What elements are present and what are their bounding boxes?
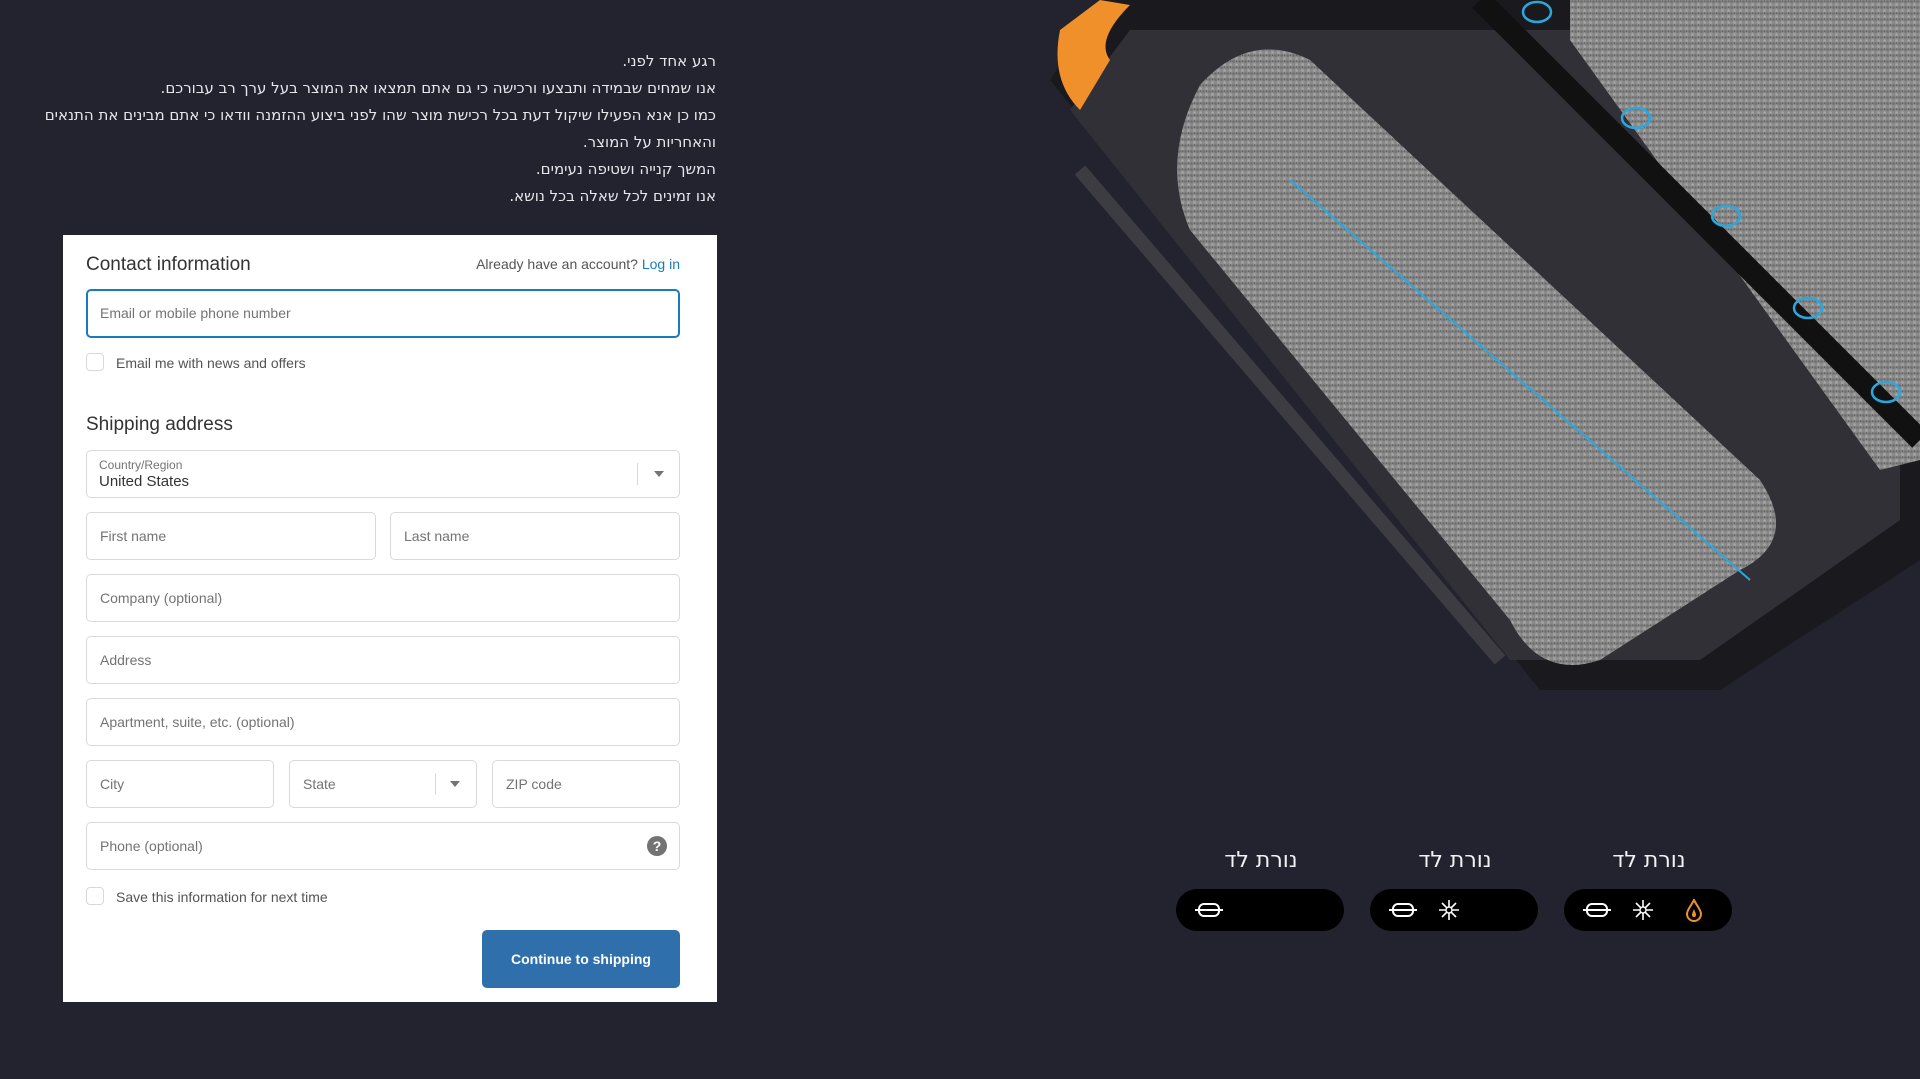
chevron-down-icon bbox=[654, 471, 664, 477]
checkout-form: Contact information Already have an acco… bbox=[63, 235, 717, 1002]
notice-line: אנו שמחים שבמידה ותבצעו ורכישה כי גם אתם… bbox=[160, 79, 716, 97]
notice-line: אנו זמינים לכל שאלה בכל נושא. bbox=[509, 187, 716, 205]
led-indicator-bar bbox=[1370, 889, 1538, 931]
email-placeholder: Email or mobile phone number bbox=[100, 305, 291, 321]
select-divider bbox=[637, 463, 638, 485]
login-link[interactable]: Log in bbox=[642, 256, 680, 272]
city-field[interactable]: City bbox=[86, 760, 274, 808]
account-prompt-text: Already have an account? bbox=[476, 256, 638, 272]
last-name-field[interactable]: Last name bbox=[390, 512, 680, 560]
notice-line: המשך קנייה ושטיפה נעימים. bbox=[535, 160, 716, 178]
save-info-checkbox[interactable] bbox=[86, 887, 104, 905]
contact-information-heading: Contact information bbox=[86, 254, 251, 275]
email-field[interactable]: Email or mobile phone number bbox=[86, 289, 680, 338]
country-label: Country/Region bbox=[99, 458, 183, 472]
country-select[interactable]: Country/Region United States bbox=[86, 450, 680, 498]
help-icon[interactable]: ? bbox=[647, 836, 667, 856]
last-name-placeholder: Last name bbox=[404, 528, 470, 544]
apartment-placeholder: Apartment, suite, etc. (optional) bbox=[100, 714, 295, 730]
company-placeholder: Company (optional) bbox=[100, 590, 223, 606]
roller-icon bbox=[1389, 903, 1417, 917]
shipping-address-heading: Shipping address bbox=[86, 414, 233, 435]
roller-icon bbox=[1195, 903, 1223, 917]
apartment-field[interactable]: Apartment, suite, etc. (optional) bbox=[86, 698, 680, 746]
zip-field[interactable]: ZIP code bbox=[492, 760, 680, 808]
purchase-notice: רגע אחד לפני. אנו שמחים שבמידה ותבצעו ור… bbox=[44, 48, 716, 210]
led-mode-1: נורת לד bbox=[1176, 848, 1346, 931]
news-checkbox-label: Email me with news and offers bbox=[116, 355, 306, 371]
sparkle-icon bbox=[1439, 900, 1459, 920]
led-mode-3: נורת לד bbox=[1564, 848, 1734, 931]
led-mode-title: נורת לד bbox=[1612, 848, 1686, 873]
notice-line: והאחריות על המוצר. bbox=[582, 133, 716, 151]
phone-field[interactable]: Phone (optional) ? bbox=[86, 822, 680, 870]
select-divider bbox=[435, 773, 436, 795]
sparkle-icon bbox=[1633, 900, 1653, 920]
account-prompt: Already have an account? Log in bbox=[476, 256, 680, 272]
state-placeholder: State bbox=[303, 776, 336, 792]
water-drop-icon bbox=[1685, 899, 1703, 922]
address-field[interactable]: Address bbox=[86, 636, 680, 684]
zip-placeholder: ZIP code bbox=[506, 776, 562, 792]
product-image bbox=[1050, 0, 1920, 690]
address-placeholder: Address bbox=[100, 652, 152, 668]
led-mode-title: נורת לד bbox=[1418, 848, 1492, 873]
continue-to-shipping-button[interactable]: Continue to shipping bbox=[482, 930, 680, 988]
led-indicator-bar bbox=[1564, 889, 1732, 931]
led-indicator-bar bbox=[1176, 889, 1344, 931]
notice-line: רגע אחד לפני. bbox=[622, 52, 716, 70]
state-select[interactable]: State bbox=[289, 760, 477, 808]
notice-line: כמו כן אנא הפעילו שיקול דעת בכל רכישת מו… bbox=[44, 106, 716, 124]
phone-placeholder: Phone (optional) bbox=[100, 838, 203, 854]
chevron-down-icon bbox=[450, 781, 460, 787]
company-field[interactable]: Company (optional) bbox=[86, 574, 680, 622]
led-mode-title: נורת לד bbox=[1224, 848, 1298, 873]
led-mode-2: נורת לד bbox=[1370, 848, 1540, 931]
first-name-placeholder: First name bbox=[100, 528, 167, 544]
city-placeholder: City bbox=[100, 776, 125, 792]
news-checkbox[interactable] bbox=[86, 353, 104, 371]
country-value: United States bbox=[99, 473, 190, 490]
save-info-checkbox-label: Save this information for next time bbox=[116, 889, 328, 905]
roller-icon bbox=[1583, 903, 1611, 917]
first-name-field[interactable]: First name bbox=[86, 512, 376, 560]
